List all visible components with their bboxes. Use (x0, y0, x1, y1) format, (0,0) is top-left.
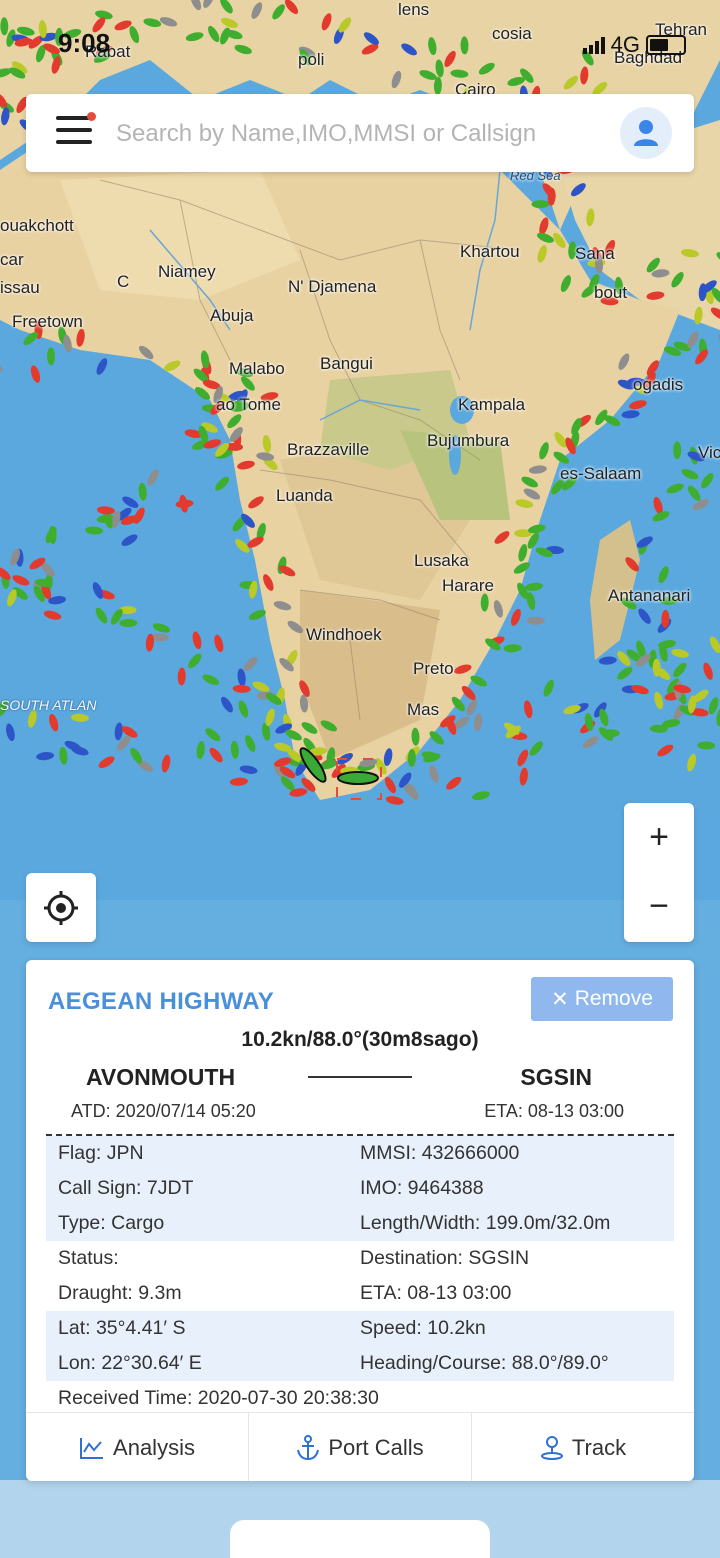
status-time: 9:08 (58, 28, 111, 58)
city-label: bout (594, 283, 628, 302)
atd-time: ATD: 2020/07/14 05:20 (71, 1101, 256, 1121)
city-label: Abuja (210, 306, 254, 325)
city-label: es-Salaam (560, 464, 642, 483)
vessel-marker[interactable] (673, 441, 682, 460)
callsign-value: Call Sign: 7JDT (58, 1177, 194, 1199)
city-label: Lusaka (414, 551, 469, 570)
locate-button[interactable] (26, 873, 96, 942)
heading-course-value: Heading/Course: 88.0°/89.0° (360, 1352, 609, 1374)
network-type: 4G (610, 32, 640, 57)
analysis-button[interactable]: Analysis (26, 1413, 249, 1481)
zoom-control: + − (624, 803, 694, 942)
info-row: Draught: 9.3m ETA: 08-13 03:00 (46, 1276, 674, 1311)
city-label: Antananari (608, 586, 691, 605)
received-time: Received Time: 2020-07-30 20:38:30 (58, 1387, 379, 1409)
longitude-value: Lon: 22°30.64′ E (58, 1352, 202, 1374)
city-label: Harare (442, 576, 494, 595)
city-label: Malabo (229, 359, 285, 378)
search-bar (26, 94, 694, 172)
profile-button[interactable] (620, 107, 672, 159)
status-value: Status: (58, 1247, 119, 1269)
city-label: Niamey (158, 262, 216, 281)
info-row: Lat: 35°4.41′ S Speed: 10.2kn (46, 1311, 674, 1346)
bottom-sheet-edge (230, 1520, 490, 1558)
departure-port: AVONMOUTH (86, 1064, 236, 1090)
city-label: Freetown (12, 312, 83, 331)
search-input[interactable] (114, 112, 618, 156)
city-label: car (0, 250, 24, 269)
city-label: Windhoek (306, 625, 382, 644)
track-button[interactable]: Track (472, 1413, 694, 1481)
route-divider (308, 1076, 412, 1078)
speed-value: Speed: 10.2kn (360, 1317, 486, 1339)
city-label: Luanda (276, 486, 333, 505)
info-row: Call Sign: 7JDT IMO: 9464388 (46, 1171, 674, 1206)
city-label: N' Djamena (288, 277, 377, 296)
user-icon (634, 120, 658, 146)
close-icon: ✕ (551, 987, 569, 1011)
port-calls-label: Port Calls (328, 1434, 424, 1460)
city-label: Khartou (460, 242, 520, 261)
eta-time: ETA: 08-13 03:00 (484, 1101, 624, 1121)
port-calls-button[interactable]: Port Calls (249, 1413, 472, 1481)
city-label: C (117, 272, 130, 291)
destination-value: Destination: SGSIN (360, 1247, 530, 1269)
draught-value: Draught: 9.3m (58, 1282, 182, 1304)
speed-heading-summary: 10.2kn/88.0°(30m8sago) (241, 1028, 479, 1051)
chart-line-icon (80, 1437, 104, 1459)
vessel-name[interactable]: AEGEAN HIGHWAY (48, 988, 274, 1016)
city-label: Vic (698, 443, 720, 462)
city-label: Kampala (458, 395, 526, 414)
arrival-port: SGSIN (520, 1064, 592, 1090)
type-value: Type: Cargo (58, 1212, 165, 1234)
city-label: ogadis (633, 375, 684, 394)
city-label: Preto (413, 659, 454, 678)
analysis-label: Analysis (113, 1434, 195, 1460)
city-label: issau (0, 278, 40, 297)
city-label: ouakchott (0, 216, 74, 235)
status-indicators: 4G (582, 32, 686, 58)
vessel-marker[interactable] (119, 619, 138, 627)
action-bar: Analysis Port Calls Track (26, 1412, 694, 1481)
city-label: Sana (575, 244, 615, 263)
menu-button[interactable] (56, 112, 96, 148)
zoom-out-button[interactable]: − (624, 872, 694, 941)
city-label: Brazzaville (287, 440, 370, 459)
crosshair-icon (44, 890, 78, 925)
notification-dot (87, 112, 96, 121)
info-row: Flag: JPN MMSI: 432666000 (46, 1136, 674, 1171)
latitude-value: Lat: 35°4.41′ S (58, 1317, 186, 1339)
vessel-info-panel: AEGEAN HIGHWAY ✕ Remove 10.2kn/88.0°(30m… (26, 960, 694, 1481)
remove-button[interactable]: ✕ Remove (531, 977, 673, 1021)
status-bar: 9:08 4G (0, 0, 720, 80)
info-row: Status: Destination: SGSIN (46, 1241, 674, 1276)
info-row: Lon: 22°30.64′ E Heading/Course: 88.0°/8… (46, 1346, 674, 1381)
eta-value: ETA: 08-13 03:00 (360, 1282, 512, 1304)
ocean-label: SOUTH ATLAN (0, 697, 97, 713)
city-label: Bujumbura (427, 431, 510, 450)
city-label: ao Tome (216, 395, 281, 414)
track-label: Track (571, 1434, 627, 1460)
vessel-marker[interactable] (601, 729, 620, 738)
city-label: Mas (407, 700, 440, 719)
zoom-in-button[interactable]: + (624, 803, 694, 872)
remove-label: Remove (574, 987, 653, 1010)
dimensions-value: Length/Width: 199.0m/32.0m (360, 1212, 611, 1234)
battery-icon (646, 35, 686, 55)
info-row: Type: Cargo Length/Width: 199.0m/32.0m (46, 1206, 674, 1241)
signal-icon (582, 36, 605, 54)
mmsi-value: MMSI: 432666000 (360, 1142, 520, 1164)
anchor-icon (297, 1434, 320, 1460)
track-pin-icon (540, 1435, 563, 1460)
flag-value: Flag: JPN (58, 1142, 144, 1164)
vessel-marker[interactable] (526, 616, 545, 625)
city-label: Bangui (320, 354, 373, 373)
imo-value: IMO: 9464388 (360, 1177, 484, 1199)
vessel-details: Flag: JPN MMSI: 432666000 Call Sign: 7JD… (46, 1136, 674, 1416)
